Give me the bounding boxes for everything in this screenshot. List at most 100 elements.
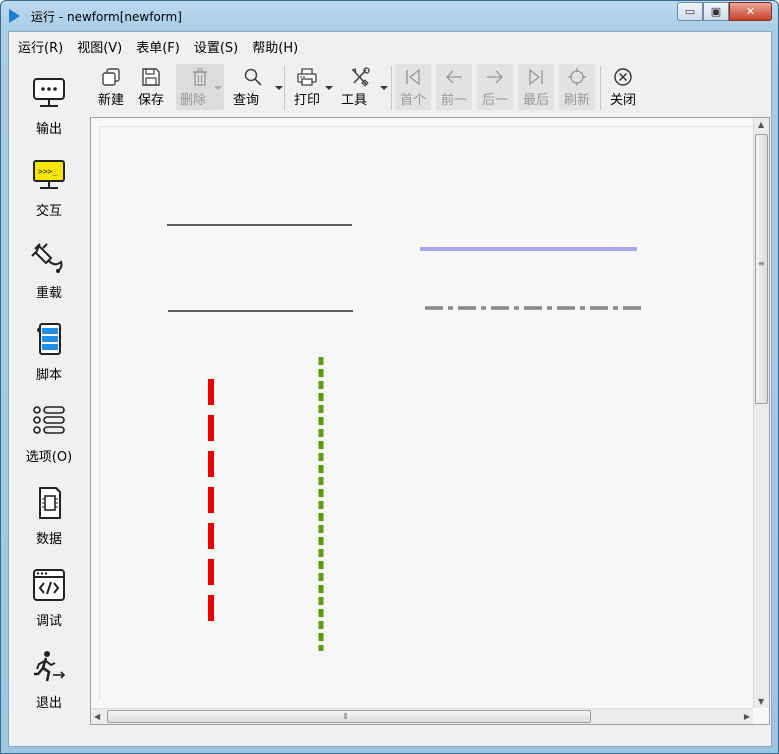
vertical-scroll-thumb[interactable]: ≡ — [755, 134, 768, 404]
code-window-icon — [33, 569, 65, 601]
sidebar-item-debug[interactable]: 调试 — [9, 562, 89, 642]
vertical-scrollbar[interactable]: ▲ ≡ ▼ — [753, 118, 769, 708]
horizontal-scrollbar[interactable]: ◀ ⦀ ▶ — [91, 708, 753, 724]
query-button[interactable]: 查询 — [231, 64, 283, 110]
new-button[interactable]: 新建 — [93, 64, 129, 110]
toolbar-separator — [391, 66, 392, 110]
refresh-label: 刷新 — [563, 93, 590, 108]
scroll-down-icon[interactable]: ▼ — [758, 697, 764, 706]
last-label: 最后 — [522, 93, 549, 108]
options-list-icon — [33, 406, 65, 434]
sidebar-label-reload: 重载 — [35, 286, 62, 301]
save-button[interactable]: 保存 — [133, 64, 169, 110]
next-record-button[interactable]: 后一 — [477, 64, 513, 110]
first-label: 首个 — [399, 93, 426, 108]
scroll-left-icon[interactable]: ◀ — [94, 712, 100, 721]
app-window: 运行 - newform[newform] ▭ ▣ ✕ 运行(R) 视图(V) … — [0, 0, 779, 754]
menu-form[interactable]: 表单(F) — [130, 37, 186, 58]
sidebar-item-script[interactable]: 脚本 — [9, 316, 89, 396]
save-label: 保存 — [137, 93, 164, 108]
last-record-button[interactable]: 最后 — [518, 64, 554, 110]
refresh-button[interactable]: 刷新 — [559, 64, 595, 110]
print-dropdown-icon[interactable] — [325, 86, 333, 90]
form-drawing — [167, 224, 642, 651]
horizontal-scroll-thumb[interactable]: ⦀ — [107, 710, 591, 723]
minimize-button[interactable]: ▭ — [677, 2, 703, 21]
title-bar[interactable]: 运行 - newform[newform] ▭ ▣ ✕ — [1, 1, 778, 31]
close-label: 关闭 — [609, 93, 636, 108]
chip-icon — [39, 487, 61, 519]
last-icon — [529, 68, 543, 86]
trash-icon — [193, 68, 207, 86]
sidebar-item-data[interactable]: 数据 — [9, 480, 89, 560]
sidebar-label-script: 脚本 — [35, 368, 62, 383]
grip-icon: ⦀ — [344, 712, 348, 721]
printer-icon — [297, 68, 317, 86]
delete-dropdown-icon[interactable] — [214, 86, 222, 90]
prev-record-button[interactable]: 前一 — [436, 64, 472, 110]
sidebar-item-output[interactable]: 输出 — [9, 70, 89, 150]
sidebar-label-options: 选项(O) — [25, 450, 73, 465]
close-window-button[interactable]: ✕ — [729, 2, 772, 21]
query-dropdown-icon[interactable] — [275, 86, 283, 90]
tools-dropdown-icon[interactable] — [380, 86, 388, 90]
delete-label: 删除 — [180, 93, 207, 108]
sidebar-label-data: 数据 — [35, 532, 62, 547]
maximize-button[interactable]: ▣ — [703, 2, 729, 21]
close-icon: ✕ — [745, 5, 756, 18]
prev-label: 前一 — [440, 93, 467, 108]
new-label: 新建 — [97, 93, 124, 108]
svg-text:>>>_: >>>_ — [38, 167, 57, 176]
plug-icon — [31, 243, 63, 273]
play-icon — [9, 9, 20, 23]
sidebar-label-interact: 交互 — [35, 204, 62, 219]
grip-icon: ≡ — [758, 259, 765, 268]
toolbar: 新建 保存 删除 查询 打印 工具 首个 前一 后一 最后 刷新 关闭 — [93, 62, 773, 114]
search-icon — [244, 68, 262, 86]
arrow-right-icon — [487, 70, 503, 84]
query-label: 查询 — [233, 93, 260, 108]
sidebar-item-reload[interactable]: 重载 — [9, 234, 89, 314]
arrow-left-icon — [446, 70, 462, 84]
sidebar-label-output: 输出 — [35, 122, 62, 137]
maximize-icon: ▣ — [710, 5, 722, 18]
print-label: 打印 — [293, 93, 320, 108]
close-button[interactable]: 关闭 — [605, 64, 641, 110]
scroll-up-icon[interactable]: ▲ — [758, 120, 764, 129]
menu-bar: 运行(R) 视图(V) 表单(F) 设置(S) 帮助(H) — [9, 32, 771, 58]
menu-view[interactable]: 视图(V) — [71, 37, 128, 58]
menu-run[interactable]: 运行(R) — [12, 37, 69, 58]
first-icon — [406, 68, 420, 86]
script-icon — [37, 323, 61, 355]
sidebar-item-exit[interactable]: 退出 — [9, 644, 89, 724]
toolbar-separator — [600, 66, 601, 110]
tools-label: 工具 — [341, 93, 368, 108]
refresh-icon — [568, 68, 586, 86]
first-record-button[interactable]: 首个 — [395, 64, 431, 110]
delete-button[interactable]: 删除 — [176, 64, 224, 110]
sidebar-label-exit: 退出 — [35, 696, 62, 711]
next-label: 后一 — [481, 93, 508, 108]
sidebar-label-debug: 调试 — [35, 614, 62, 629]
menu-help[interactable]: 帮助(H) — [246, 37, 304, 58]
terminal-icon: >>>_ — [33, 160, 65, 189]
form-surface[interactable] — [99, 126, 754, 701]
sidebar: 输出 >>>_ 交互 重载 脚本 选项(O) 数据 调试 退出 — [9, 62, 89, 742]
monitor-icon — [33, 78, 65, 107]
save-icon — [142, 68, 160, 86]
close-circle-icon — [614, 68, 632, 86]
minimize-icon: ▭ — [684, 5, 696, 18]
window-title: 运行 - newform[newform] — [31, 10, 182, 24]
client-area: 运行(R) 视图(V) 表单(F) 设置(S) 帮助(H) 输出 >>>_ 交互… — [8, 31, 772, 747]
sidebar-item-interact[interactable]: >>>_ 交互 — [9, 152, 89, 232]
scroll-right-icon[interactable]: ▶ — [744, 712, 750, 721]
tools-icon — [351, 67, 370, 87]
form-canvas[interactable]: ▲ ≡ ▼ ◀ ⦀ ▶ — [90, 117, 770, 725]
menu-settings[interactable]: 设置(S) — [188, 37, 244, 58]
sidebar-item-options[interactable]: 选项(O) — [9, 398, 89, 478]
toolbar-separator — [284, 66, 285, 110]
exit-icon — [34, 651, 66, 682]
tools-button[interactable]: 工具 — [340, 64, 388, 110]
print-button[interactable]: 打印 — [289, 64, 333, 110]
new-document-icon — [102, 68, 120, 86]
